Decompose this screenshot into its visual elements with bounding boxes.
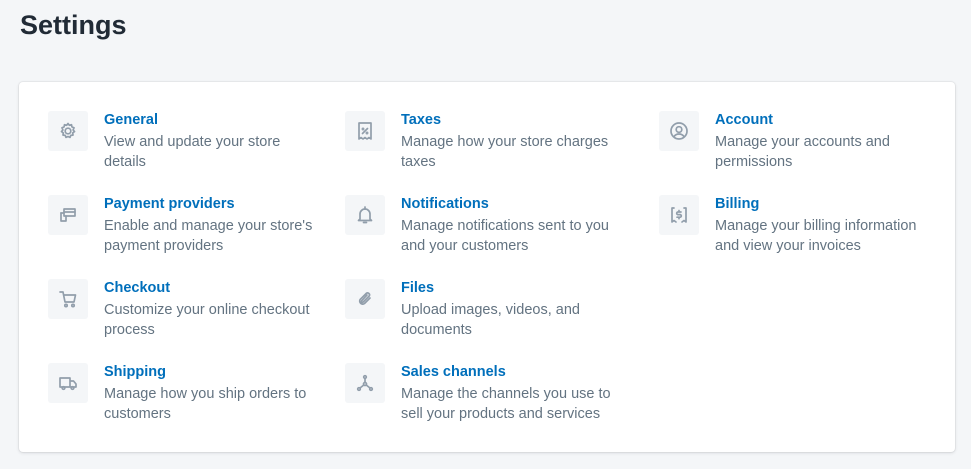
setting-notifications[interactable]: Notifications Manage notifications sent … [345, 195, 625, 265]
setting-title: Files [401, 280, 435, 296]
settings-card: General View and update your store detai… [19, 82, 955, 452]
setting-title: Taxes [401, 112, 442, 128]
gear-icon [48, 111, 88, 151]
setting-description: Manage your accounts and permissions [715, 134, 890, 170]
setting-description: View and update your store details [104, 134, 281, 170]
setting-taxes[interactable]: Taxes Manage how your store charges taxe… [345, 111, 625, 181]
setting-title: Payment providers [104, 196, 235, 212]
setting-description: Manage notifications sent to you and you… [401, 218, 609, 254]
paperclip-icon [345, 279, 385, 319]
setting-title: Notifications [401, 196, 489, 212]
setting-title: General [104, 112, 158, 128]
setting-description: Enable and manage your store's payment p… [104, 218, 313, 254]
setting-shipping[interactable]: Shipping Manage how you ship orders to c… [48, 363, 328, 433]
setting-title: Checkout [104, 280, 171, 296]
setting-description: Manage how your store charges taxes [401, 134, 609, 170]
payment-icon [48, 195, 88, 235]
setting-files[interactable]: Files Upload images, videos, and documen… [345, 279, 625, 349]
truck-icon [48, 363, 88, 403]
setting-description: Manage your billing information and view… [715, 218, 917, 254]
setting-title: Account [715, 112, 773, 128]
setting-title: Billing [715, 196, 760, 212]
page-title: Settings [20, 10, 127, 40]
setting-title: Sales channels [401, 364, 506, 380]
account-icon [659, 111, 699, 151]
setting-description: Manage how you ship orders to customers [104, 386, 307, 422]
setting-general[interactable]: General View and update your store detai… [48, 111, 328, 181]
setting-description: Upload images, videos, and documents [401, 302, 580, 338]
bell-icon [345, 195, 385, 235]
setting-description: Manage the channels you use to sell your… [401, 386, 611, 422]
channels-icon [345, 363, 385, 403]
billing-icon [659, 195, 699, 235]
setting-title: Shipping [104, 364, 167, 380]
setting-checkout[interactable]: Checkout Customize your online checkout … [48, 279, 328, 349]
setting-payment-providers[interactable]: Payment providers Enable and manage your… [48, 195, 328, 265]
setting-description: Customize your online checkout process [104, 302, 310, 338]
setting-billing[interactable]: Billing Manage your billing information … [659, 195, 939, 265]
cart-icon [48, 279, 88, 319]
tax-receipt-icon [345, 111, 385, 151]
setting-account[interactable]: Account Manage your accounts and permiss… [659, 111, 939, 181]
setting-sales-channels[interactable]: Sales channels Manage the channels you u… [345, 363, 625, 433]
